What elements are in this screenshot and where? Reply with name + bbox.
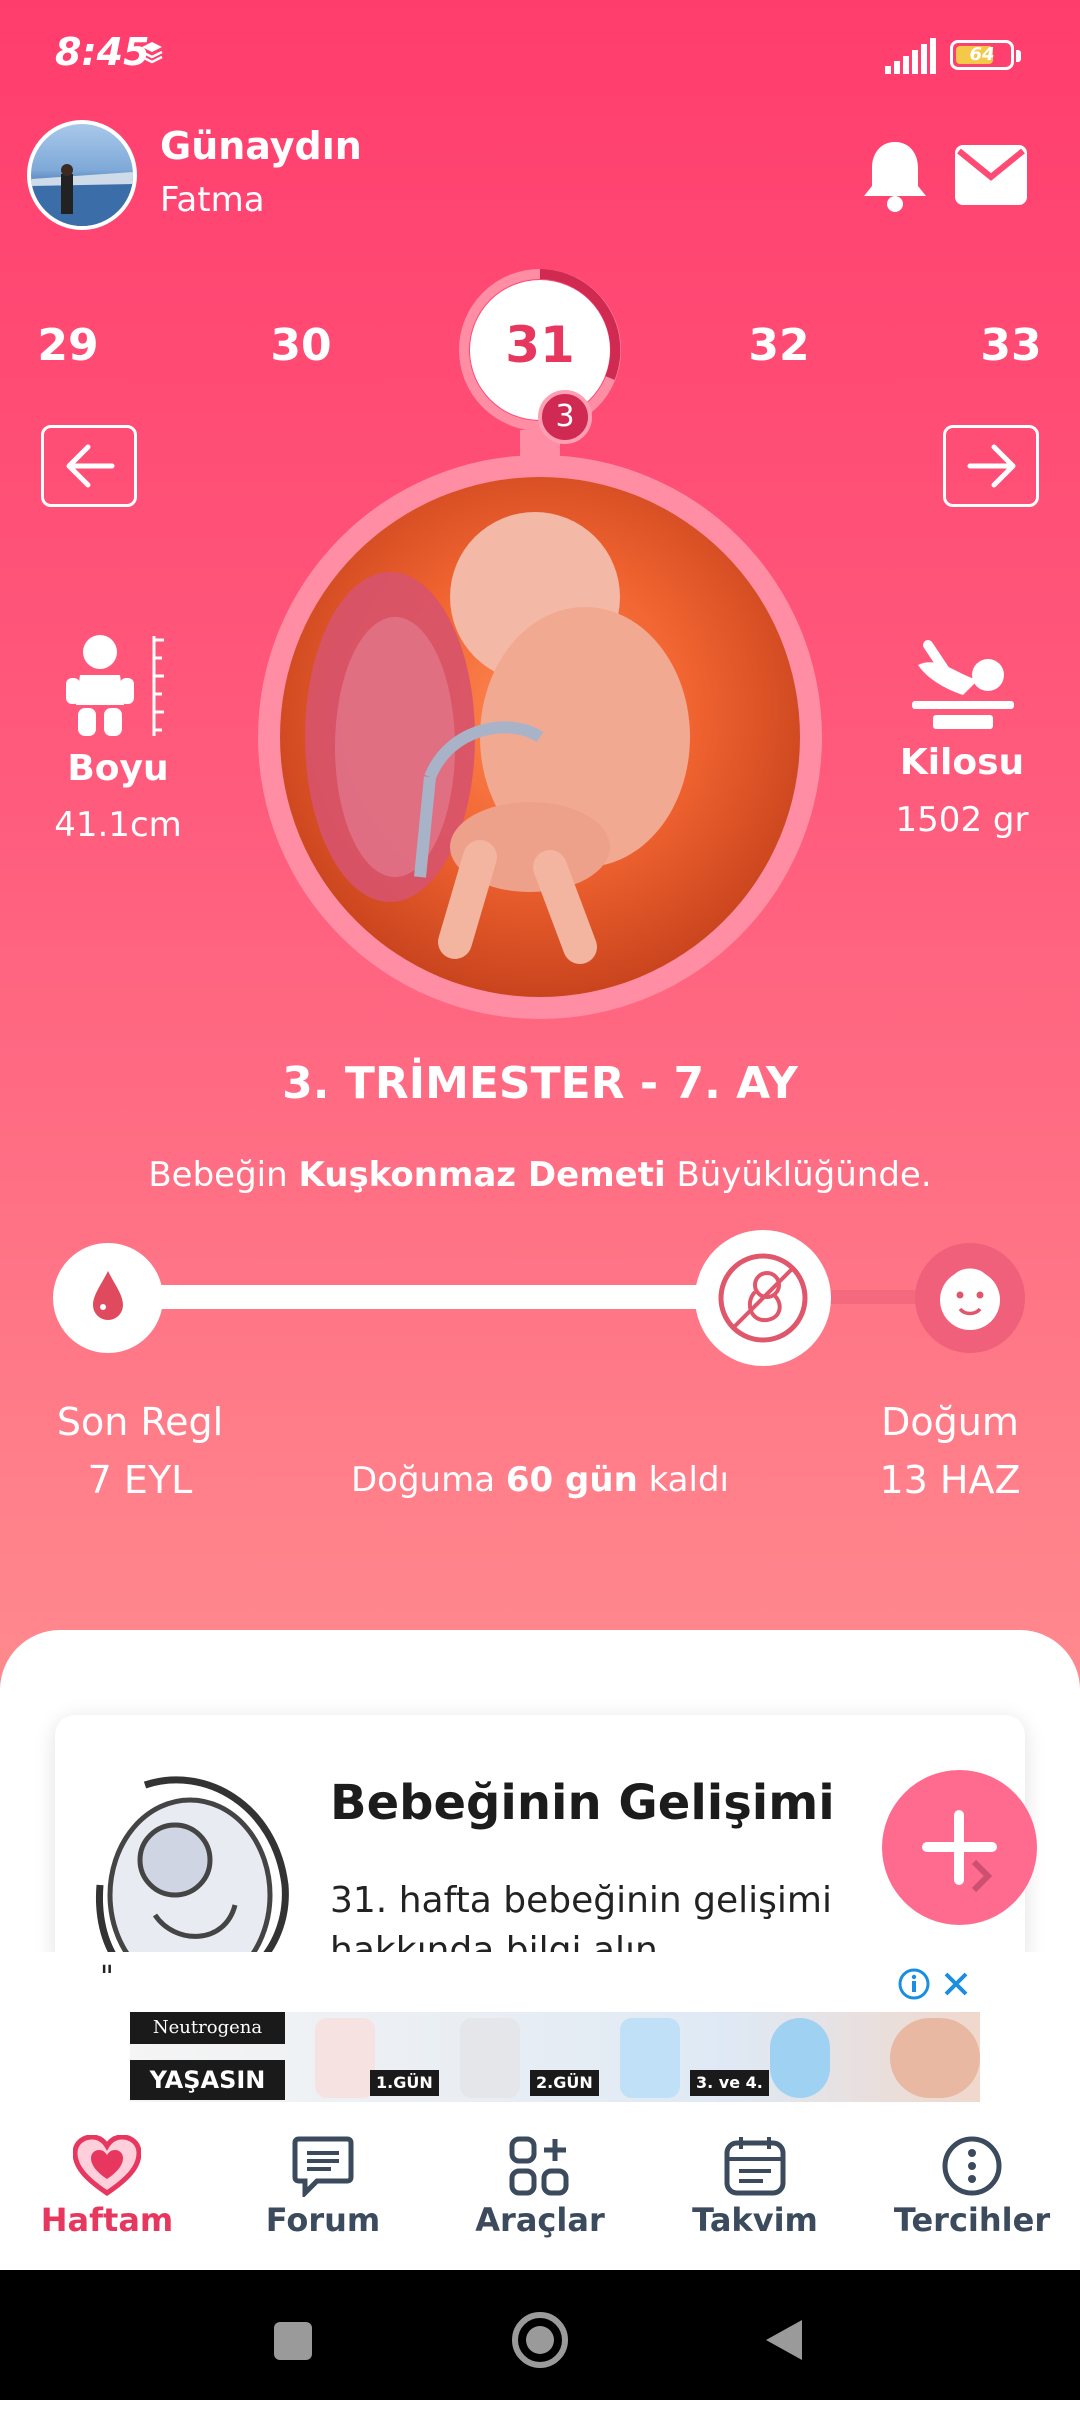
plus-icon bbox=[922, 1810, 997, 1893]
development-card[interactable]: Bebeğinin Gelişimi 31. hafta bebeğinin g… bbox=[55, 1715, 1025, 1975]
ad-product-4 bbox=[770, 2018, 830, 2098]
ad-info-icon[interactable] bbox=[898, 1968, 930, 2000]
nav-forum[interactable]: Forum bbox=[233, 2135, 413, 2239]
back-icon[interactable] bbox=[762, 2316, 806, 2364]
battery-level: 64 bbox=[969, 44, 995, 65]
week-32[interactable]: 32 bbox=[729, 320, 829, 371]
greeting: Günaydın bbox=[160, 124, 362, 168]
current-position-marker bbox=[695, 1230, 831, 1366]
ad-image[interactable]: Neutrogena YAŞASIN 1.GÜN 2.GÜN 3. ve 4. bbox=[130, 2012, 980, 2102]
tools-grid-icon bbox=[509, 2136, 569, 2196]
user-name: Fatma bbox=[160, 180, 265, 220]
birth-countdown: Doğuma 60 gün kaldı bbox=[300, 1460, 780, 1500]
bottom-nav: Haftam Forum Araçlar Takvim Tercihler bbox=[0, 2110, 1080, 2270]
more-options-icon bbox=[942, 2136, 1002, 2196]
ad-step-1: 1.GÜN bbox=[370, 2070, 439, 2096]
period-label: Son Regl bbox=[56, 1400, 224, 1444]
nav-forum-label: Forum bbox=[265, 2201, 381, 2239]
avatar-photo bbox=[31, 164, 133, 226]
ad-headline: YAŞASIN bbox=[130, 2060, 285, 2100]
nav-araclar[interactable]: Araçlar bbox=[450, 2135, 630, 2239]
baby-face-icon bbox=[940, 1268, 1000, 1330]
nav-haftam-label: Haftam bbox=[40, 2201, 174, 2239]
ad-step-2: 2.GÜN bbox=[530, 2070, 599, 2096]
chat-icon bbox=[292, 2136, 354, 2197]
ad-close-icon[interactable] bbox=[942, 1970, 970, 1998]
baby-image[interactable] bbox=[280, 477, 800, 997]
weight-label: Kilosu bbox=[899, 742, 1025, 783]
fetus-outline-icon bbox=[95, 1776, 289, 1975]
weight-value: 1502 gr bbox=[895, 800, 1029, 840]
heart-icon bbox=[73, 2135, 141, 2197]
ad-product-3 bbox=[620, 2018, 680, 2098]
system-nav-bar bbox=[0, 2270, 1080, 2400]
add-button[interactable] bbox=[882, 1770, 1037, 1925]
nav-haftam[interactable]: Haftam bbox=[17, 2135, 197, 2239]
fetus-illustration bbox=[305, 512, 690, 964]
card-title: Bebeğinin Gelişimi bbox=[330, 1775, 835, 1831]
size-comparison: Bebeğin Kuşkonmaz Demeti Büyüklüğünde. bbox=[0, 1155, 1080, 1195]
birth-date: 13 HAZ bbox=[879, 1458, 1021, 1502]
status-bar: 8:45 64 bbox=[0, 0, 1080, 95]
birth-marker bbox=[915, 1243, 1025, 1353]
battery-icon: 64 bbox=[950, 40, 1021, 70]
period-date: 7 EYL bbox=[87, 1458, 193, 1502]
ad-quote: " bbox=[100, 1960, 114, 1995]
week-33[interactable]: 33 bbox=[961, 320, 1061, 371]
fetus-icon bbox=[718, 1253, 808, 1343]
nav-tercihler-label: Tercihler bbox=[893, 2201, 1051, 2239]
blood-drop-icon bbox=[93, 1271, 123, 1320]
height-value: 41.1cm bbox=[54, 805, 182, 845]
arrow-right-icon bbox=[967, 444, 1016, 488]
ad-step-3: 3. ve 4. bbox=[690, 2070, 769, 2096]
day-badge: 3 bbox=[538, 390, 592, 444]
period-marker bbox=[53, 1243, 163, 1353]
pregnancy-progress-track bbox=[110, 1285, 770, 1309]
size-fruit: Kuşkonmaz Demeti bbox=[298, 1155, 666, 1195]
home-icon[interactable] bbox=[510, 2310, 570, 2370]
nav-takvim[interactable]: Takvim bbox=[665, 2135, 845, 2239]
mail-icon[interactable] bbox=[955, 145, 1027, 205]
ad-model-photo bbox=[890, 2018, 980, 2098]
baby-weight-icon bbox=[912, 640, 1014, 729]
baby-height-icon bbox=[66, 635, 164, 736]
trimester-title: 3. TRİMESTER - 7. AY bbox=[282, 1058, 798, 1109]
height-label: Boyu bbox=[67, 748, 169, 789]
countdown-prefix: Doğuma bbox=[350, 1460, 496, 1500]
ad-product-2 bbox=[460, 2018, 520, 2098]
next-week-button[interactable] bbox=[943, 425, 1039, 507]
avatar[interactable] bbox=[27, 120, 137, 230]
ad-product-1 bbox=[315, 2018, 375, 2098]
nav-takvim-label: Takvim bbox=[692, 2201, 818, 2239]
prev-week-button[interactable] bbox=[41, 425, 137, 507]
bell-icon[interactable] bbox=[860, 138, 930, 213]
layers-icon bbox=[141, 42, 163, 64]
countdown-days: 60 gün bbox=[505, 1460, 638, 1500]
recents-icon[interactable] bbox=[272, 2320, 314, 2362]
size-suffix: Büyüklüğünde. bbox=[676, 1155, 932, 1195]
signal-icon bbox=[885, 38, 936, 74]
calendar-icon bbox=[724, 2137, 786, 2196]
nav-tercihler[interactable]: Tercihler bbox=[882, 2135, 1062, 2239]
size-prefix: Bebeğin bbox=[148, 1155, 288, 1195]
ad-banner[interactable]: " Neutrogena YAŞASIN 1.GÜN 2.GÜN 3. ve 4… bbox=[0, 1952, 1080, 2107]
countdown-suffix: kaldı bbox=[648, 1460, 729, 1500]
week-29[interactable]: 29 bbox=[18, 320, 118, 371]
card-text-line1: 31. hafta bebeğinin gelişimi bbox=[330, 1880, 832, 1921]
week-30[interactable]: 30 bbox=[251, 320, 351, 371]
status-time: 8:45 bbox=[55, 30, 150, 74]
arrow-left-icon bbox=[66, 444, 115, 488]
ad-brand: Neutrogena bbox=[130, 2012, 285, 2044]
birth-label: Doğum bbox=[881, 1400, 1019, 1444]
nav-araclar-label: Araçlar bbox=[475, 2201, 605, 2239]
